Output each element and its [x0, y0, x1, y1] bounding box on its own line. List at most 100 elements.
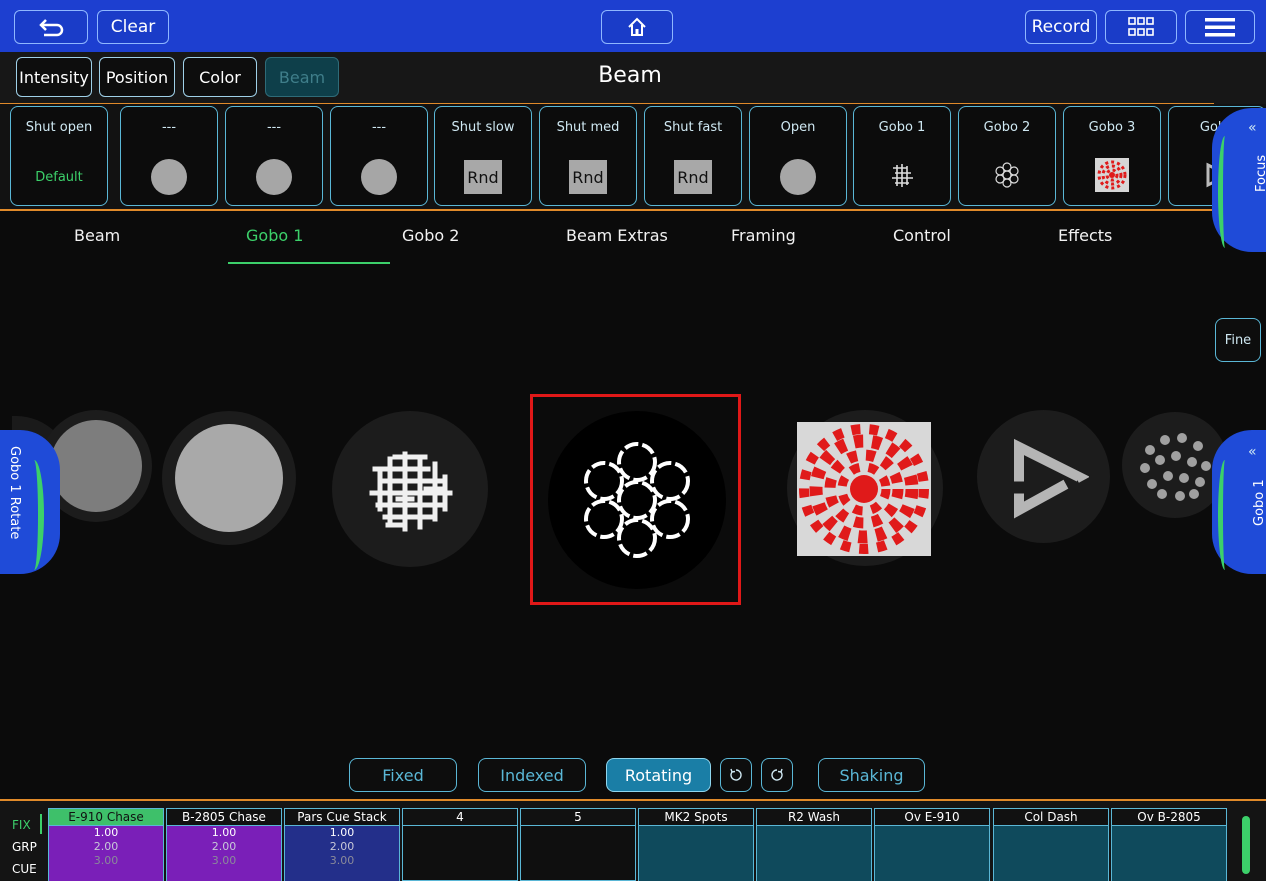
palette-6[interactable]: Shut med Rnd — [539, 106, 637, 206]
gobo-open-icon — [175, 424, 283, 532]
indexed-mode-button[interactable]: Indexed — [478, 758, 586, 792]
fixed-label: Fixed — [382, 765, 424, 785]
master-fader[interactable] — [1242, 816, 1250, 874]
palette-value: Rnd — [674, 160, 712, 194]
undo-icon — [39, 19, 64, 37]
fixed-mode-button[interactable]: Fixed — [349, 758, 457, 792]
home-button[interactable] — [601, 10, 673, 44]
palette-preview — [750, 153, 846, 201]
fix-indicator — [40, 814, 42, 834]
position-label: Position — [105, 67, 169, 87]
palette-10[interactable]: Gobo 2 — [958, 106, 1056, 206]
active-tab-indicator — [228, 262, 390, 264]
playback-6[interactable]: MK2 Spots — [638, 808, 754, 881]
gobo-slot[interactable] — [787, 410, 943, 566]
playback-title: Pars Cue Stack — [285, 809, 399, 826]
palette-5[interactable]: Shut slow Rnd — [434, 106, 532, 206]
tab-gobo-2[interactable]: Gobo 2 — [402, 226, 459, 245]
playback-5[interactable]: 5 — [520, 808, 636, 881]
palette-preview — [121, 153, 217, 201]
position-button[interactable]: Position — [99, 57, 175, 97]
palette-value: Default — [35, 169, 83, 185]
gobo1-rotate-handle[interactable]: Gobo 1 Rotate — [0, 430, 60, 574]
playback-8[interactable]: Ov E-910 — [874, 808, 990, 881]
tab-beam[interactable]: Beam — [74, 226, 120, 245]
gobo-rings-icon — [992, 160, 1022, 194]
palette-8[interactable]: Open — [749, 106, 847, 206]
palette-1[interactable]: Shut open Default — [10, 106, 108, 206]
playback-9[interactable]: Col Dash — [993, 808, 1109, 881]
palette-label: Gobo 3 — [1088, 120, 1136, 135]
playback-title: R2 Wash — [757, 809, 871, 826]
focus-level-arc — [1218, 136, 1232, 248]
palette-preview: Rnd — [435, 153, 531, 201]
open-beam-icon — [151, 159, 187, 195]
playback-value: 1.00 — [329, 826, 355, 839]
tab-control[interactable]: Control — [893, 226, 951, 245]
rotate-cw-button[interactable] — [761, 758, 793, 792]
palette-label: Shut fast — [663, 120, 723, 135]
clear-button[interactable]: Clear — [97, 10, 169, 44]
palette-9[interactable]: Gobo 1 — [853, 106, 951, 206]
playback-title: B-2805 Chase — [167, 809, 281, 826]
rotate-ccw-button[interactable] — [720, 758, 752, 792]
fine-button[interactable]: Fine — [1215, 318, 1261, 362]
beam-button[interactable]: Beam — [265, 57, 339, 97]
palette-2[interactable]: --- — [120, 106, 218, 206]
top-bar: Clear Record — [0, 0, 1266, 52]
playback-body — [1112, 826, 1226, 881]
playback-4[interactable]: 4 — [402, 808, 518, 881]
palette-preview: Default — [11, 153, 107, 201]
tab-beam-extras[interactable]: Beam Extras — [566, 226, 668, 245]
shaking-mode-button[interactable]: Shaking — [818, 758, 925, 792]
rotating-mode-button[interactable]: Rotating — [606, 758, 711, 792]
fix-label[interactable]: FIX — [12, 818, 31, 832]
playback-7[interactable]: R2 Wash — [756, 808, 872, 881]
rotate-ccw-icon — [730, 768, 742, 781]
playback-1[interactable]: E-910 Chase 1.00 2.00 3.00 — [48, 808, 164, 881]
back-button[interactable] — [14, 10, 88, 44]
gobo-checker-icon — [797, 422, 931, 556]
palette-preview — [1064, 153, 1160, 201]
playback-value: 1.00 — [211, 826, 237, 839]
gobo-slot[interactable] — [162, 411, 296, 545]
gobo1-level-arc — [1218, 460, 1232, 570]
tab-effects[interactable]: Effects — [1058, 226, 1112, 245]
intensity-button[interactable]: Intensity — [16, 57, 92, 97]
color-button[interactable]: Color — [183, 57, 257, 97]
playback-title: E-910 Chase — [49, 809, 163, 826]
tab-gobo-1[interactable]: Gobo 1 — [246, 226, 303, 245]
home-icon — [628, 17, 646, 36]
palette-11[interactable]: Gobo 3 — [1063, 106, 1161, 206]
playback-3[interactable]: Pars Cue Stack 1.00 2.00 3.00 — [284, 808, 400, 881]
cue-label[interactable]: CUE — [12, 862, 37, 876]
palette-label: Gobo 1 — [878, 120, 926, 135]
clear-label: Clear — [110, 17, 156, 37]
playback-10[interactable]: Ov B-2805 — [1111, 808, 1227, 881]
gobo-slot[interactable] — [332, 411, 488, 567]
grid-button[interactable] — [1105, 10, 1177, 44]
playback-value: 2.00 — [93, 840, 119, 853]
tab-framing[interactable]: Framing — [731, 226, 796, 245]
playback-body — [757, 826, 871, 881]
playback-value: 3.00 — [93, 854, 119, 867]
gobo1-rotate-label: Gobo 1 Rotate — [7, 446, 22, 540]
gobo1-label: Gobo 1 — [1252, 479, 1266, 526]
menu-button[interactable] — [1185, 10, 1255, 44]
playback-title: Col Dash — [994, 809, 1108, 826]
record-button[interactable]: Record — [1025, 10, 1097, 44]
playback-2[interactable]: B-2805 Chase 1.00 2.00 3.00 — [166, 808, 282, 881]
focus-handle[interactable]: « Focus — [1212, 108, 1266, 252]
playback-value: 2.00 — [211, 840, 237, 853]
gobo-checker-icon — [1095, 158, 1129, 196]
palette-7[interactable]: Shut fast Rnd — [644, 106, 742, 206]
gobo-slot[interactable] — [977, 410, 1110, 543]
gobo1-handle[interactable]: « Gobo 1 — [1212, 430, 1266, 574]
palette-label: --- — [371, 120, 387, 135]
palette-4[interactable]: --- — [330, 106, 428, 206]
grp-label[interactable]: GRP — [12, 840, 37, 854]
playback-body — [639, 826, 753, 881]
shaking-label: Shaking — [839, 765, 904, 785]
gobo-dim-icon — [50, 420, 142, 512]
palette-3[interactable]: --- — [225, 106, 323, 206]
